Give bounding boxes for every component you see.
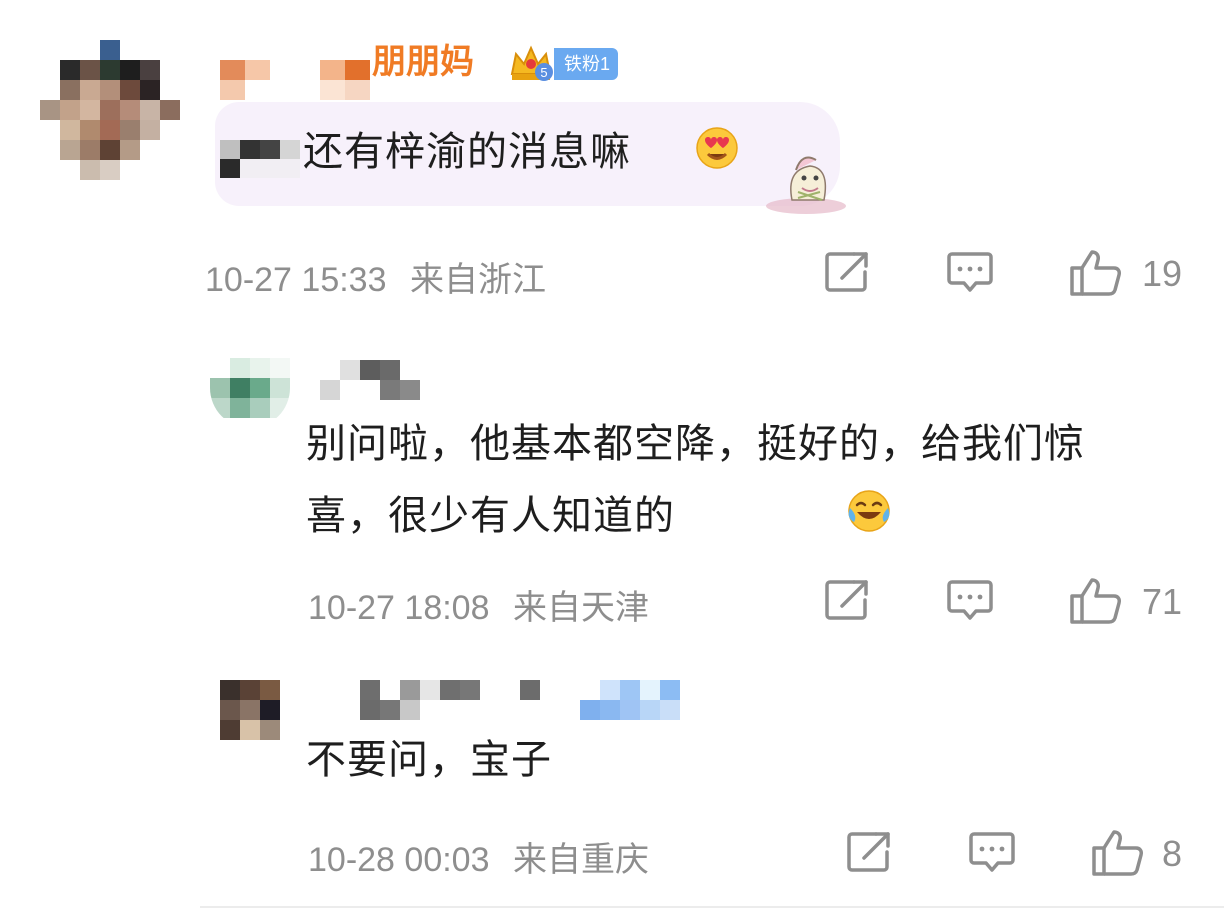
badge-label: 铁粉1 — [554, 48, 619, 80]
timestamp: 10-27 15:33 — [205, 261, 387, 299]
avatar[interactable] — [220, 680, 280, 740]
username-redacted[interactable] — [320, 360, 420, 400]
fan-badge[interactable]: 5 铁粉1 — [508, 44, 619, 84]
share-edit-icon[interactable] — [824, 250, 872, 294]
comment-text: 别问啦，他基本都空降，挺好的，给我们惊喜，很少有人知道的 — [306, 421, 1085, 539]
location: 来自浙江 — [409, 261, 546, 299]
avatar[interactable] — [40, 40, 180, 180]
bottom-divider — [200, 906, 1224, 908]
comment-text: 还有梓渝的消息嘛 — [303, 129, 631, 175]
comment-text: 不要问，宝子 — [306, 737, 552, 783]
timestamp: 10-27 18:08 — [308, 589, 490, 627]
like-count: 71 — [1142, 581, 1183, 622]
comment-icon[interactable] — [946, 578, 994, 624]
comment-meta: 10-28 00:03 来自重庆 — [308, 832, 649, 881]
crown-icon: 5 — [510, 45, 553, 81]
username[interactable]: 朋朋妈 — [372, 45, 474, 79]
share-edit-icon[interactable] — [846, 830, 894, 874]
thumbs-up-icon[interactable] — [1068, 576, 1122, 624]
comment-meta: 10-27 18:08 来自天津 — [308, 580, 649, 629]
share-edit-icon[interactable] — [824, 578, 872, 622]
laugh-cry-emoji — [848, 490, 890, 532]
username-redacted[interactable] — [220, 60, 370, 100]
timestamp: 10-28 00:03 — [308, 841, 490, 879]
avatar[interactable] — [210, 358, 290, 428]
location: 来自重庆 — [512, 841, 649, 879]
like-count: 8 — [1162, 833, 1183, 874]
heart-eyes-emoji — [696, 127, 738, 169]
comment-icon[interactable] — [968, 830, 1016, 876]
svg-text:5: 5 — [540, 65, 547, 80]
comment-icon[interactable] — [946, 250, 994, 296]
comment-meta: 10-27 15:33 来自浙江 — [205, 252, 546, 301]
location: 来自天津 — [512, 589, 649, 627]
thumbs-up-icon[interactable] — [1090, 828, 1144, 876]
thumbs-up-icon[interactable] — [1068, 248, 1122, 296]
mascot-sticker-icon — [766, 156, 846, 214]
bubble-decoration-redacted — [220, 140, 300, 178]
like-count: 19 — [1142, 253, 1183, 294]
username-redacted[interactable] — [360, 680, 680, 720]
